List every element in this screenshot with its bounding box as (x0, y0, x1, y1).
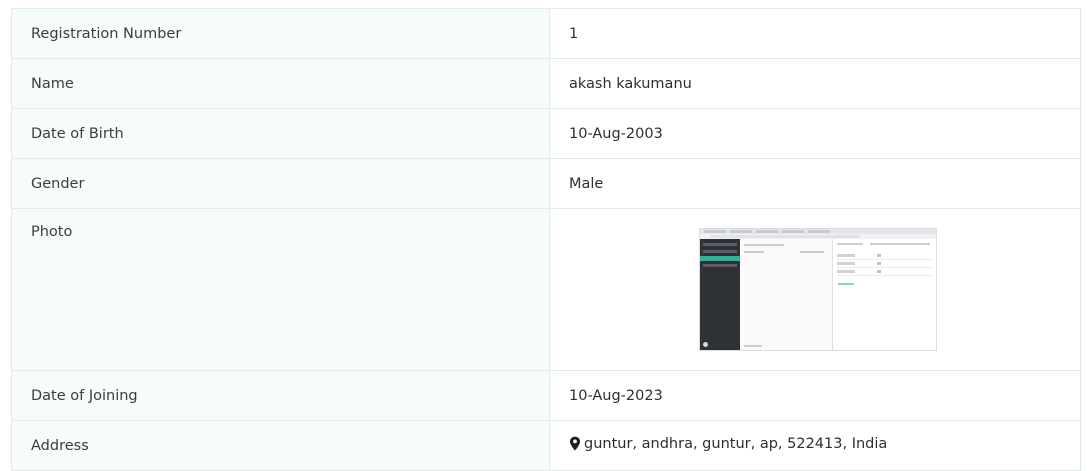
detail-row-registration-number: Registration Number 1 (11, 8, 1081, 59)
row-value: Male (549, 158, 1081, 209)
detail-row-name: Name akash kakumanu (11, 58, 1081, 109)
row-value: 10-Aug-2023 (549, 370, 1081, 421)
row-value: akash kakumanu (549, 58, 1081, 109)
thumbnail-sidebar-active (700, 256, 740, 261)
detail-row-address: Address guntur, andhra, guntur, ap, 5224… (11, 420, 1081, 471)
thumbnail-sidebar-item (703, 250, 737, 253)
thumbnail-text (744, 251, 764, 253)
student-details-table: Registration Number 1 Name akash kakuman… (11, 8, 1081, 471)
thumbnail-link (838, 283, 854, 285)
row-label: Address (11, 420, 550, 471)
thumbnail-url (710, 235, 860, 238)
detail-row-photo: Photo (11, 208, 1081, 371)
thumbnail-tab (782, 230, 804, 233)
thumbnail-heading (744, 244, 784, 246)
thumbnail-sidebar-item (703, 264, 737, 267)
thumbnail-panel-row (837, 253, 932, 260)
thumbnail-text (800, 251, 824, 253)
thumbnail-sidebar-item (703, 243, 737, 246)
map-marker-icon (570, 436, 580, 451)
detail-row-date-of-joining: Date of Joining 10-Aug-2023 (11, 370, 1081, 421)
thumbnail-avatar (703, 342, 708, 347)
thumbnail-tab (808, 230, 830, 233)
row-label: Date of Joining (11, 370, 550, 421)
thumbnail-tab (730, 230, 752, 233)
row-value: 10-Aug-2003 (549, 108, 1081, 159)
thumbnail-footer (744, 345, 762, 347)
detail-row-date-of-birth: Date of Birth 10-Aug-2003 (11, 108, 1081, 159)
row-label: Gender (11, 158, 550, 209)
row-value: guntur, andhra, guntur, ap, 522413, Indi… (549, 420, 1081, 471)
row-label: Name (11, 58, 550, 109)
row-label: Registration Number (11, 8, 550, 59)
row-label: Photo (11, 208, 550, 371)
thumbnail-main-area (740, 239, 833, 350)
row-value: 1 (549, 8, 1081, 59)
detail-row-gender: Gender Male (11, 158, 1081, 209)
thumbnail-tab (756, 230, 778, 233)
thumbnail-panel-heading (837, 243, 863, 245)
address-content: guntur, andhra, guntur, ap, 522413, Indi… (569, 436, 887, 452)
photo-thumbnail[interactable] (699, 228, 937, 351)
thumbnail-tab (704, 230, 726, 233)
row-label: Date of Birth (11, 108, 550, 159)
thumbnail-panel-row (837, 269, 932, 276)
address-text: guntur, andhra, guntur, ap, 522413, Indi… (584, 435, 888, 452)
thumbnail-panel-toolbar (870, 243, 930, 245)
thumbnail-panel-row (837, 261, 932, 268)
row-value (549, 208, 1081, 371)
